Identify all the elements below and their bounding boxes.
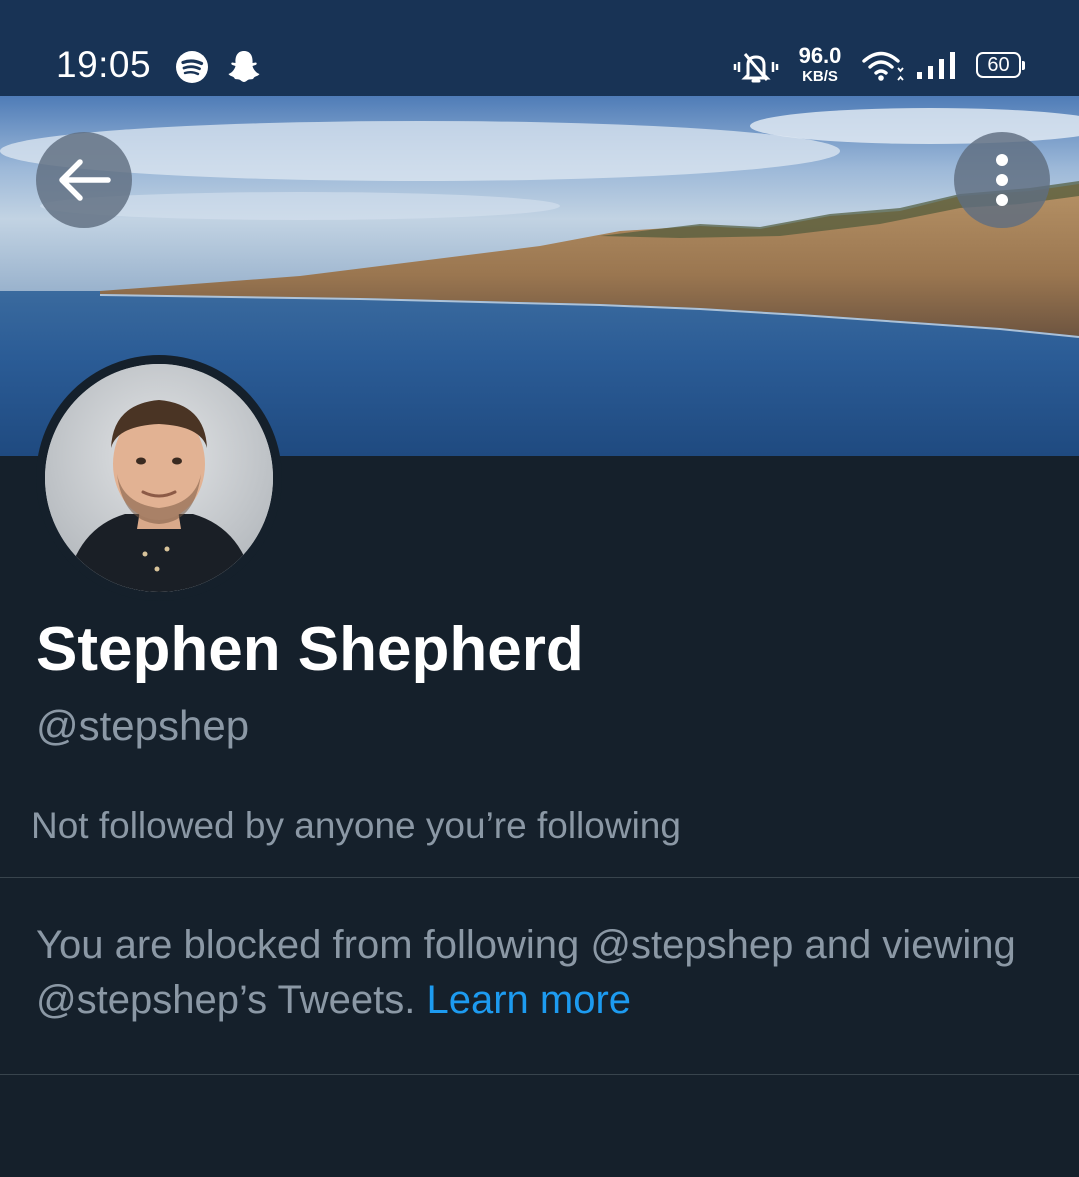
divider	[0, 1074, 1079, 1075]
network-speed: 96.0 KB/S	[792, 43, 848, 85]
blocked-message: You are blocked from following @stepshep…	[36, 918, 1036, 1028]
profile-name: Stephen Shepherd	[36, 615, 584, 684]
signal-icon	[916, 52, 960, 85]
avatar[interactable]	[36, 355, 282, 601]
wifi-icon	[862, 50, 904, 87]
avatar-image	[45, 364, 273, 592]
vibrate-icon	[733, 50, 779, 89]
network-speed-unit: KB/S	[802, 68, 838, 85]
followers-you-know: Not followed by anyone you’re following	[31, 805, 681, 846]
battery-icon: 60	[976, 52, 1025, 78]
snapchat-icon	[226, 49, 262, 88]
profile-handle: @stepshep	[36, 702, 250, 749]
network-speed-value: 96.0	[798, 43, 842, 68]
back-button[interactable]	[36, 132, 132, 228]
spotify-icon	[175, 50, 209, 89]
more-options-button[interactable]	[954, 132, 1050, 228]
arrow-left-icon	[59, 159, 111, 201]
status-time: 19:05	[56, 44, 152, 85]
status-bar: 19:05 96.0 KB/S 60	[0, 0, 1079, 96]
learn-more-link[interactable]: Learn more	[426, 978, 631, 1022]
divider	[0, 877, 1079, 878]
more-vertical-icon	[996, 154, 1008, 206]
